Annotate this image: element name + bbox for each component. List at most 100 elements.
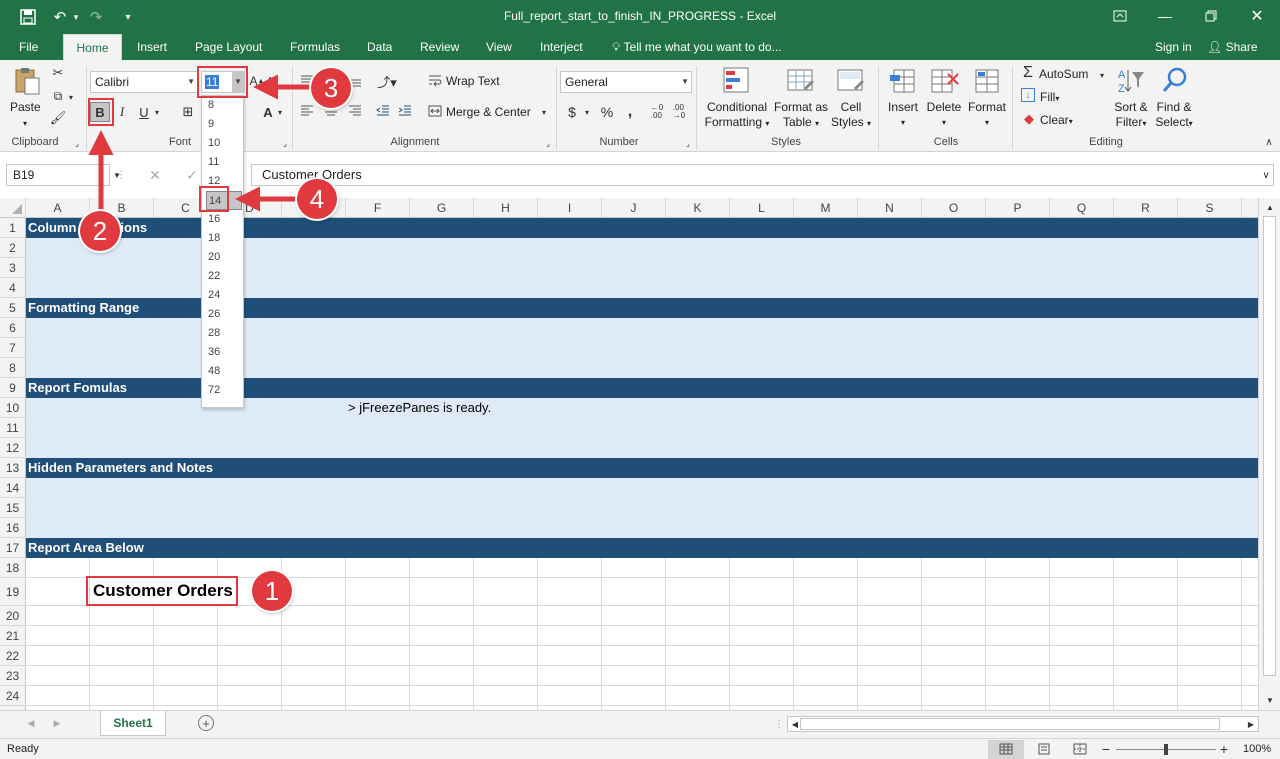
cell-f10[interactable]: > jFreezePanes is ready. <box>348 400 491 415</box>
column-header-j[interactable]: J <box>602 198 666 218</box>
row-header-22[interactable]: 22 <box>0 646 26 666</box>
row-header-8[interactable]: 8 <box>0 358 26 378</box>
autosum-icon[interactable]: Σ <box>1020 64 1036 82</box>
italic-button[interactable]: I <box>114 102 130 122</box>
sort-filter-button[interactable]: Sort & Filter▾ <box>1110 100 1152 131</box>
column-header-a[interactable]: A <box>26 198 90 218</box>
row-header-18[interactable]: 18 <box>0 558 26 578</box>
row-header-7[interactable]: 7 <box>0 338 26 358</box>
paste-dropdown-icon[interactable]: ▾ <box>20 116 30 131</box>
column-header-o[interactable]: O <box>922 198 986 218</box>
cell-styles-icon[interactable] <box>836 66 866 96</box>
font-size-option-8[interactable]: 8 <box>206 96 242 115</box>
formula-input[interactable]: Customer Orders <box>251 164 1274 186</box>
increase-decimal-icon[interactable]: ←0.00 <box>648 102 666 122</box>
clipboard-launcher-icon[interactable]: ⌟ <box>72 138 82 148</box>
row-header-21[interactable]: 21 <box>0 626 26 646</box>
sort-filter-icon[interactable]: AZ <box>1116 66 1146 96</box>
worksheet-grid[interactable]: ABCDEFGHIJKLMNOPQRS 12345678910111213141… <box>0 198 1258 710</box>
row-header-11[interactable]: 11 <box>0 418 26 438</box>
ribbon-display-options-icon[interactable] <box>1106 4 1134 28</box>
scroll-left-icon[interactable]: ◀ <box>790 718 800 730</box>
comma-button[interactable]: , <box>624 102 636 122</box>
column-header-h[interactable]: H <box>474 198 538 218</box>
column-header-r[interactable]: R <box>1114 198 1178 218</box>
tell-me-search[interactable]: 💡︎ Tell me what you want to do... <box>612 34 782 60</box>
find-select-button[interactable]: Find & Select▾ <box>1152 100 1196 131</box>
tab-page-layout[interactable]: Page Layout <box>195 34 262 60</box>
font-size-option-36[interactable]: 36 <box>206 343 242 362</box>
font-size-option-24[interactable]: 24 <box>206 286 242 305</box>
normal-view-button[interactable] <box>988 740 1024 759</box>
paste-button[interactable]: Paste <box>10 100 41 115</box>
clear-button[interactable]: Clear▾ <box>1040 113 1073 129</box>
decrease-font-icon[interactable]: A ▼ <box>266 72 280 90</box>
row-header-2[interactable]: 2 <box>0 238 26 258</box>
name-box[interactable]: B19 <box>6 164 110 186</box>
font-color-icon[interactable]: A <box>260 102 276 122</box>
format-as-table-button[interactable]: Format as Table ▾ <box>772 100 830 131</box>
number-format-combo[interactable]: General ▼ <box>560 71 692 93</box>
currency-button[interactable]: $ <box>565 102 579 122</box>
zoom-level[interactable]: 100% <box>1243 743 1271 755</box>
row-header-20[interactable]: 20 <box>0 606 26 626</box>
format-painter-icon[interactable]: 🖌︎ <box>50 110 67 126</box>
tab-insert[interactable]: Insert <box>137 34 167 60</box>
resize-grip-icon[interactable]: · · · · <box>214 400 232 406</box>
conditional-formatting-icon[interactable] <box>722 66 752 96</box>
font-size-option-16[interactable]: 16 <box>206 210 242 229</box>
paste-icon[interactable] <box>12 66 42 96</box>
column-header-f[interactable]: F <box>346 198 410 218</box>
row-header-17[interactable]: 17 <box>0 538 26 558</box>
collapse-ribbon-icon[interactable]: ∧ <box>1262 136 1276 148</box>
merge-center-button[interactable]: Merge & Center <box>446 105 531 120</box>
page-layout-view-icon[interactable] <box>1036 742 1052 756</box>
section-header-hidden-parameters[interactable]: Hidden Parameters and Notes <box>26 458 1258 478</box>
fill-button[interactable]: Fill▾ <box>1040 90 1059 106</box>
row-header-16[interactable]: 16 <box>0 518 26 538</box>
next-sheet-icon[interactable]: ▶ <box>52 717 62 729</box>
wrap-text-icon[interactable] <box>426 72 444 90</box>
copy-icon[interactable]: ⧉ <box>50 88 66 104</box>
zoom-slider-thumb[interactable] <box>1164 744 1168 755</box>
decrease-indent-icon[interactable] <box>374 102 392 120</box>
tab-home[interactable]: Home <box>63 34 122 60</box>
zoom-slider[interactable] <box>1116 744 1216 755</box>
zoom-in-icon[interactable]: + <box>1219 741 1229 757</box>
section-fill[interactable] <box>26 478 1258 538</box>
font-size-dropdown[interactable]: 8 9 10 11 12 14 16 18 20 22 24 26 28 36 48 72 · · · · <box>201 95 244 408</box>
percent-button[interactable]: % <box>598 102 616 122</box>
alignment-launcher-icon[interactable]: ⌟ <box>543 138 553 148</box>
increase-indent-icon[interactable] <box>396 102 414 120</box>
conditional-formatting-button[interactable]: Conditional Formatting ▾ <box>703 100 771 131</box>
share-button[interactable]: 👤︎ Share <box>1207 34 1258 60</box>
tab-review[interactable]: Review <box>420 34 459 60</box>
horizontal-scrollbar[interactable]: ◀ ▶ <box>787 716 1259 732</box>
find-select-icon[interactable] <box>1160 66 1190 96</box>
merge-center-icon[interactable] <box>426 102 444 120</box>
font-size-option-26[interactable]: 26 <box>206 305 242 324</box>
insert-cells-icon[interactable] <box>888 66 918 96</box>
font-size-option-20[interactable]: 20 <box>206 248 242 267</box>
column-header-i[interactable]: I <box>538 198 602 218</box>
zoom-out-icon[interactable]: − <box>1101 741 1111 757</box>
align-left-icon[interactable] <box>298 102 316 120</box>
row-header-19[interactable]: 19 <box>0 578 26 606</box>
font-launcher-icon[interactable]: ⌟ <box>280 138 290 148</box>
delete-cells-icon[interactable] <box>930 66 960 96</box>
column-header-g[interactable]: G <box>410 198 474 218</box>
tab-data[interactable]: Data <box>367 34 392 60</box>
font-size-option-18[interactable]: 18 <box>206 229 242 248</box>
decrease-decimal-icon[interactable]: .00 →0 <box>670 102 688 122</box>
increase-font-icon[interactable]: A ▲ <box>250 72 265 90</box>
scroll-right-icon[interactable]: ▶ <box>1246 718 1256 730</box>
section-header-report-area[interactable]: Report Area Below <box>26 538 1258 558</box>
restore-icon[interactable] <box>1197 4 1225 28</box>
font-size-option-10[interactable]: 10 <box>206 134 242 153</box>
number-launcher-icon[interactable]: ⌟ <box>683 138 693 148</box>
column-header-l[interactable]: L <box>730 198 794 218</box>
row-header-24[interactable]: 24 <box>0 686 26 706</box>
column-header-m[interactable]: M <box>794 198 858 218</box>
delete-cells-button[interactable]: Delete ▾ <box>925 100 963 130</box>
column-header-q[interactable]: Q <box>1050 198 1114 218</box>
